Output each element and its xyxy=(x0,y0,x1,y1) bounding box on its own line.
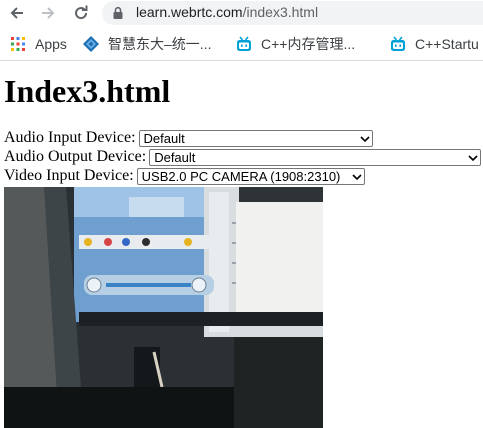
reload-icon xyxy=(75,5,88,20)
camera-video xyxy=(4,187,323,428)
robot-favicon-icon xyxy=(391,36,405,51)
url-text: learn.webrtc.com/index3.html xyxy=(136,4,318,20)
audio-input-value: Default xyxy=(143,130,185,146)
address-bar[interactable]: learn.webrtc.com/index3.html xyxy=(102,1,483,25)
audio-input-select[interactable]: Default xyxy=(138,129,373,147)
bookmark-label: 智慧东大–统一... xyxy=(108,36,212,52)
apps-grid-icon xyxy=(11,37,25,51)
chevron-down-icon xyxy=(352,173,362,180)
back-button[interactable] xyxy=(6,2,28,24)
video-input-row: Video Input Device: USB2.0 PC CAMERA (19… xyxy=(4,167,365,185)
bookmark-label: C++Startu xyxy=(415,36,479,52)
url-host: learn.webrtc.com xyxy=(136,4,243,20)
bookmark-seu[interactable]: 智慧东大–统一... xyxy=(83,35,211,53)
url-path: /index3.html xyxy=(242,4,319,20)
audio-output-label: Audio Output Device: xyxy=(4,148,147,165)
bookmark-label: Apps xyxy=(35,36,67,52)
chevron-down-icon xyxy=(359,135,370,142)
bookmark-label: C++内存管理... xyxy=(261,36,356,52)
reload-button[interactable] xyxy=(70,2,92,24)
diamond-logo-icon xyxy=(83,36,99,52)
video-input-value: USB2.0 PC CAMERA (1908:2310) xyxy=(141,168,341,184)
audio-output-value: Default xyxy=(154,149,196,165)
browser-toolbar: learn.webrtc.com/index3.html xyxy=(0,0,483,27)
bookmark-cpp-startup[interactable]: C++Startu xyxy=(390,35,479,53)
bookmarks-bar: Apps 智慧东大–统一... C++内存管理... C++Startu xyxy=(0,27,483,61)
page-content: Index3.html Audio Input Device: Default … xyxy=(4,61,483,428)
page-title: Index3.html xyxy=(4,73,171,109)
audio-output-row: Audio Output Device: Default xyxy=(4,148,482,166)
forward-button[interactable] xyxy=(37,2,59,24)
audio-output-select[interactable]: Default xyxy=(149,148,482,166)
bookmark-cpp-memory[interactable]: C++内存管理... xyxy=(236,35,355,53)
audio-input-row: Audio Input Device: Default xyxy=(4,129,373,147)
video-input-select[interactable]: USB2.0 PC CAMERA (1908:2310) xyxy=(136,167,365,185)
back-arrow-icon xyxy=(10,7,23,19)
audio-input-label: Audio Input Device: xyxy=(4,129,136,146)
chevron-down-icon xyxy=(468,154,478,161)
bookmark-apps[interactable]: Apps xyxy=(10,35,67,53)
robot-favicon-icon xyxy=(237,36,251,51)
camera-frame-image xyxy=(4,187,323,428)
lock-icon xyxy=(113,6,123,19)
forward-arrow-icon xyxy=(42,7,55,19)
video-input-label: Video Input Device: xyxy=(4,167,134,184)
